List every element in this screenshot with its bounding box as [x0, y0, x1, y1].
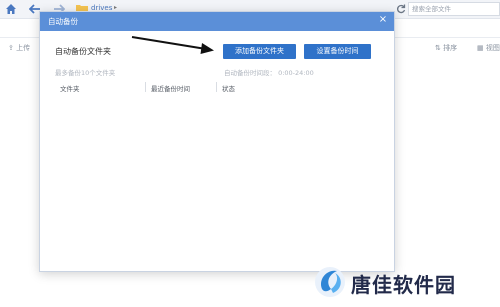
upload-button[interactable]: ⇪ 上传: [8, 43, 30, 53]
refresh-icon[interactable]: [396, 4, 406, 14]
close-icon[interactable]: ×: [378, 15, 388, 25]
upload-label: 上传: [16, 44, 31, 52]
sort-label: 排序: [443, 44, 458, 52]
set-backup-time-button[interactable]: 设置备份时间: [304, 44, 371, 59]
max-folders-hint: 最多备份10个文件夹: [55, 69, 116, 77]
backup-time-hint: 自动备份时间段： 0:00-24:00: [224, 69, 314, 77]
add-backup-folder-button[interactable]: 添加备份文件夹: [223, 44, 296, 59]
sort-button[interactable]: ⇅ 排序: [435, 43, 457, 53]
column-header-last-backup[interactable]: 最近备份时间: [151, 83, 190, 93]
dialog-title: 自动备份: [48, 17, 78, 26]
annotation-arrow-icon: [131, 36, 214, 54]
view-button[interactable]: ▦ 视图: [477, 43, 500, 53]
column-header-status[interactable]: 状态: [222, 83, 235, 93]
column-header-folder[interactable]: 文件夹: [60, 83, 80, 93]
dialog-header: 自动备份 ×: [40, 12, 394, 31]
home-icon[interactable]: [5, 3, 17, 15]
watermark-text: 唐佳软件园: [351, 273, 456, 297]
column-divider: [216, 82, 217, 92]
watermark-logo-icon: [315, 267, 345, 297]
auto-backup-dialog: 自动备份 × 自动备份文件夹 添加备份文件夹 设置备份时间 最多备份10个文件夹…: [39, 11, 395, 272]
view-label: 视图: [485, 44, 500, 52]
chevron-right-icon: ▸: [114, 4, 118, 11]
section-title: 自动备份文件夹: [55, 47, 111, 56]
search-input[interactable]: 搜索全部文件: [408, 2, 500, 16]
column-divider: [145, 82, 146, 92]
